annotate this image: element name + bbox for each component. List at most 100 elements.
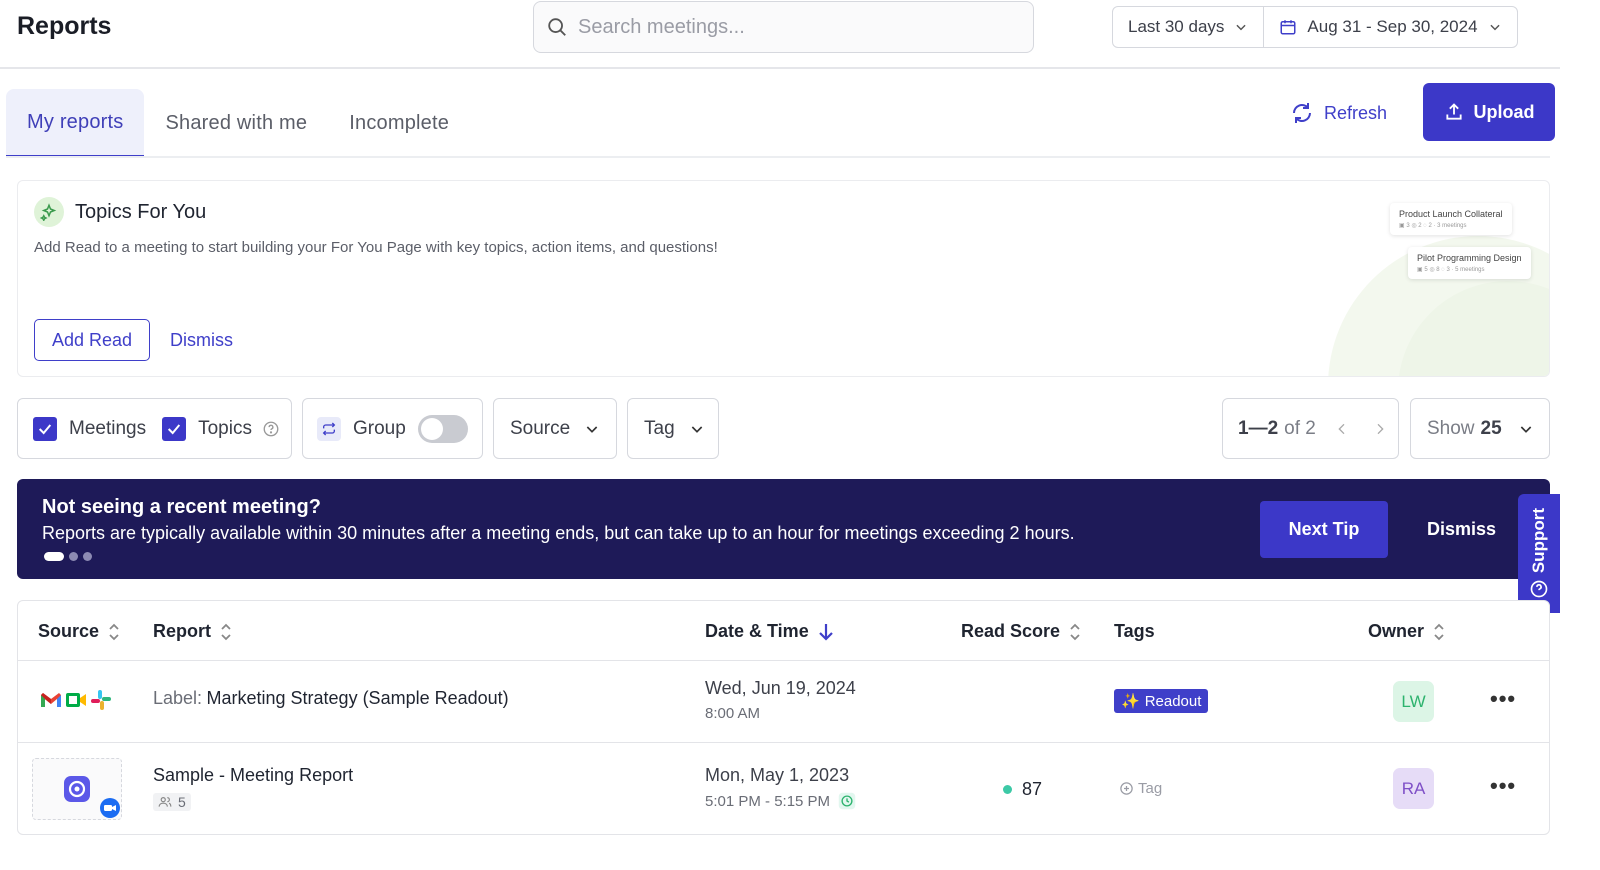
people-icon xyxy=(158,797,172,807)
tag-dropdown[interactable]: Tag xyxy=(627,398,719,459)
owner-avatar[interactable]: LW xyxy=(1393,681,1434,722)
arrow-down-icon xyxy=(818,623,833,641)
preview-topic-title: Product Launch Collateral xyxy=(1399,209,1503,219)
pagination-range: 1—2 xyxy=(1238,417,1279,439)
tab-incomplete[interactable]: Incomplete xyxy=(328,89,470,158)
date-time-cell: Mon, May 1, 2023 5:01 PM - 5:15 PM xyxy=(705,765,856,810)
chevron-down-icon xyxy=(1489,24,1500,31)
column-source[interactable]: Source xyxy=(38,621,121,642)
carousel-dot[interactable] xyxy=(44,552,64,561)
topics-dismiss-button[interactable]: Dismiss xyxy=(170,330,233,351)
group-toggle[interactable] xyxy=(417,414,468,443)
report-tabs: My reports Shared with me Incomplete xyxy=(6,89,470,158)
report-label-prefix: Label: xyxy=(153,688,203,708)
report-time-text: 5:01 PM - 5:15 PM xyxy=(705,792,831,810)
tab-shared-with-me[interactable]: Shared with me xyxy=(144,89,328,158)
source-icons xyxy=(32,758,122,820)
clock-icon xyxy=(838,792,856,810)
banner-dismiss-button[interactable]: Dismiss xyxy=(1427,519,1496,540)
group-icon xyxy=(317,416,341,441)
help-icon xyxy=(1530,580,1548,598)
column-read-score-label: Read Score xyxy=(961,621,1061,641)
add-tag-label: Tag xyxy=(1138,780,1163,797)
owner-avatar[interactable]: RA xyxy=(1393,768,1434,809)
tip-carousel-dots xyxy=(44,552,92,561)
participants-count: 5 xyxy=(178,794,186,810)
support-tab[interactable]: Support xyxy=(1518,494,1560,613)
column-owner[interactable]: Owner xyxy=(1368,621,1446,642)
report-name: Sample - Meeting Report xyxy=(153,765,354,785)
readout-tag[interactable]: ✨ Readout xyxy=(1114,689,1209,713)
show-label: Show xyxy=(1427,417,1475,439)
carousel-dot[interactable] xyxy=(83,552,92,561)
upload-icon xyxy=(1445,103,1462,120)
report-time: 8:00 AM xyxy=(705,705,856,722)
check-icon xyxy=(38,423,52,434)
report-date: Wed, Jun 19, 2024 xyxy=(705,678,856,698)
zoom-icon xyxy=(100,798,120,818)
table-header: Source Report Date & Time Read Score Tag… xyxy=(18,601,1549,661)
add-tag-button[interactable]: Tag xyxy=(1119,780,1162,797)
page-title: Reports xyxy=(17,12,112,40)
sort-icon xyxy=(109,623,119,640)
column-read-score[interactable]: Read Score xyxy=(961,621,1082,642)
range-label: Last 30 days xyxy=(1128,17,1225,36)
read-score-cell: 87 xyxy=(1003,779,1042,800)
pagination: 1—2 of 2 xyxy=(1222,398,1399,459)
search-icon xyxy=(548,18,566,36)
check-icon xyxy=(168,423,181,434)
column-tags: Tags xyxy=(1114,621,1155,642)
type-filter: Meetings Topics xyxy=(17,398,292,459)
report-title[interactable]: Sample - Meeting Report 5 xyxy=(153,765,353,814)
score-dot xyxy=(1003,785,1012,794)
app-header: Reports Last 30 days Aug 31 - Sep 30, 20… xyxy=(0,0,1560,69)
upload-button[interactable]: Upload xyxy=(1423,83,1555,141)
upload-label: Upload xyxy=(1473,101,1535,122)
topics-description: Add Read to a meeting to start building … xyxy=(34,239,718,256)
chevron-left-icon[interactable] xyxy=(1334,421,1350,437)
calendar-icon xyxy=(1280,20,1296,35)
meetings-checkbox[interactable] xyxy=(33,416,57,441)
topics-for-you-card: Topics For You Add Read to a meeting to … xyxy=(17,180,1550,377)
carousel-dot[interactable] xyxy=(69,552,78,561)
banner-title: Not seeing a recent meeting? xyxy=(42,496,321,518)
date-time-cell: Wed, Jun 19, 2024 8:00 AM xyxy=(705,678,856,722)
chevron-down-icon xyxy=(586,425,598,433)
refresh-button[interactable]: Refresh xyxy=(1290,98,1387,128)
next-tip-button[interactable]: Next Tip xyxy=(1260,501,1388,558)
date-range-label: Aug 31 - Sep 30, 2024 xyxy=(1307,17,1478,36)
page-size-dropdown[interactable]: Show 25 xyxy=(1410,398,1550,459)
chevron-right-icon[interactable] xyxy=(1372,421,1388,437)
help-icon[interactable] xyxy=(262,420,280,438)
tab-my-reports[interactable]: My reports xyxy=(6,89,145,158)
date-range-picker[interactable]: Aug 31 - Sep 30, 2024 xyxy=(1263,7,1516,47)
report-title[interactable]: Label: Marketing Strategy (Sample Readou… xyxy=(153,688,509,709)
readout-tag-label: Readout xyxy=(1144,692,1202,710)
source-dropdown[interactable]: Source xyxy=(493,398,617,459)
topics-checkbox[interactable] xyxy=(162,416,187,441)
add-read-button[interactable]: Add Read xyxy=(34,319,150,361)
column-date-time[interactable]: Date & Time xyxy=(705,621,835,642)
sparkle-icon xyxy=(34,197,64,227)
plus-circle-icon xyxy=(1120,782,1133,795)
preview-topic-meta: ▣ 3 ◎ 2 ◌ 2 · 3 meetings xyxy=(1399,223,1467,229)
column-tags-label: Tags xyxy=(1114,621,1155,641)
search-input[interactable] xyxy=(578,15,1018,39)
more-options-button[interactable]: ••• xyxy=(1490,773,1516,799)
column-report[interactable]: Report xyxy=(153,621,233,642)
read-ai-icon xyxy=(64,776,90,802)
more-options-button[interactable]: ••• xyxy=(1490,686,1516,712)
range-select[interactable]: Last 30 days xyxy=(1113,7,1263,47)
table-row[interactable]: Label: Marketing Strategy (Sample Readou… xyxy=(18,661,1549,743)
sort-icon xyxy=(1434,623,1444,640)
chevron-down-icon xyxy=(1236,24,1247,31)
preview-topic-title: Pilot Programming Design xyxy=(1417,253,1522,263)
participants-badge: 5 xyxy=(153,793,191,811)
search-box[interactable] xyxy=(533,1,1034,53)
slack-icon xyxy=(91,690,111,710)
topics-title: Topics For You xyxy=(75,201,207,223)
group-label: Group xyxy=(353,417,406,439)
show-value: 25 xyxy=(1480,417,1502,439)
source-icons xyxy=(40,689,112,711)
table-row[interactable]: Sample - Meeting Report 5 Mon, May 1, 20… xyxy=(18,743,1549,834)
